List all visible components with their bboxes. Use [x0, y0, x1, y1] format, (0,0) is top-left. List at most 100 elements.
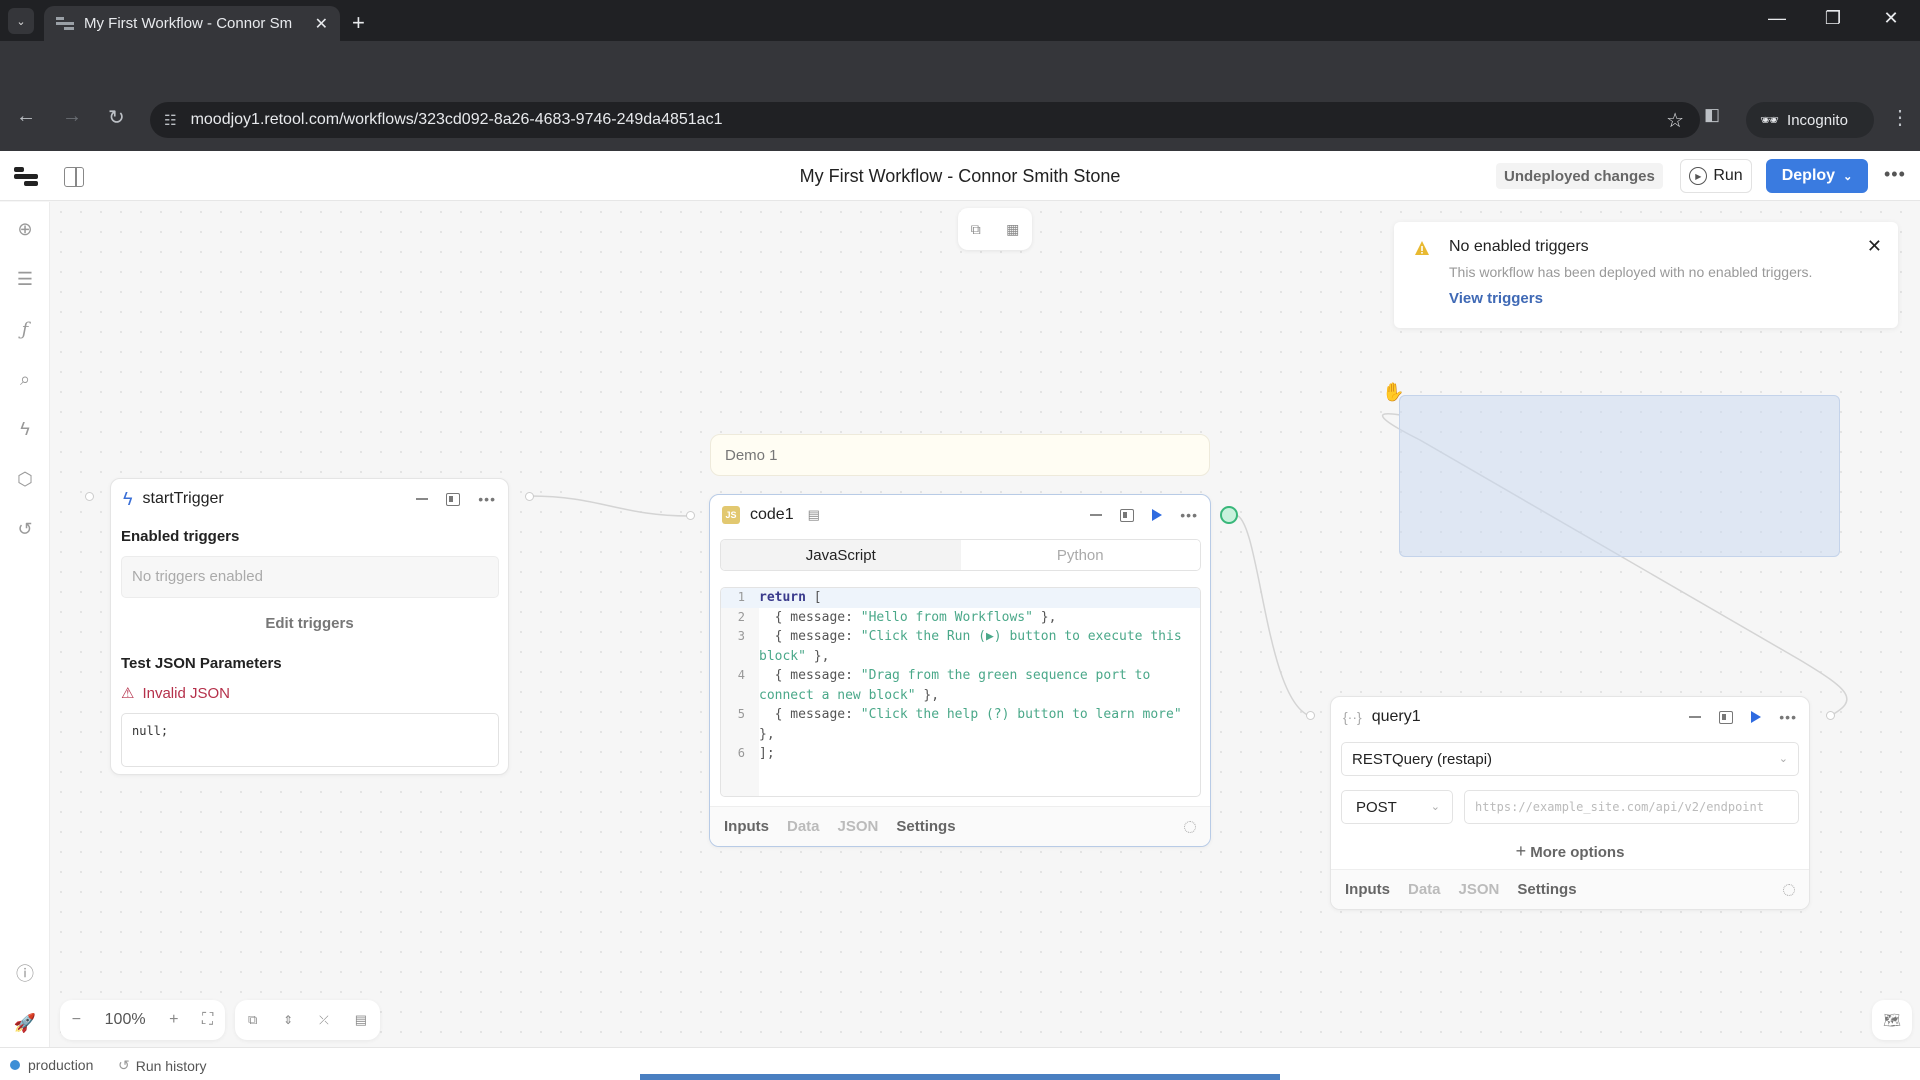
cube-icon[interactable]: ⬡ — [12, 466, 38, 492]
query1-output-port[interactable] — [1826, 711, 1835, 720]
query1-block[interactable]: {··} query1 ••• RESTQuery (restapi) ⌄ PO… — [1330, 696, 1810, 910]
run-workflow-button[interactable]: ▶ Run — [1680, 159, 1752, 193]
test-json-input[interactable]: null; — [121, 713, 499, 767]
close-tab-icon[interactable]: ✕ — [315, 14, 328, 34]
javascript-icon: JS — [722, 506, 740, 524]
help-icon[interactable]: ⓘ — [12, 960, 38, 986]
zoom-out-icon[interactable]: − — [72, 1011, 81, 1029]
tab-json[interactable]: JSON — [1459, 881, 1500, 898]
more-options-icon[interactable]: ••• — [1884, 164, 1906, 185]
block-more-icon[interactable]: ••• — [478, 491, 496, 507]
minimize-block-icon[interactable] — [416, 498, 429, 500]
add-block-icon[interactable]: ⊕ — [12, 216, 38, 242]
block-more-icon[interactable]: ••• — [1779, 709, 1797, 725]
rocket-icon[interactable]: 🚀 — [12, 1010, 38, 1036]
description-icon[interactable]: ▤ — [808, 507, 820, 523]
sequence-port[interactable] — [1220, 506, 1238, 524]
tab-inputs[interactable]: Inputs — [724, 818, 769, 835]
http-method-select[interactable]: POST ⌄ — [1341, 790, 1453, 824]
expand-panel-icon[interactable] — [1719, 710, 1734, 724]
address-bar[interactable]: ☷ moodjoy1.retool.com/workflows/323cd092… — [150, 102, 1700, 138]
reload-button[interactable]: ↻ — [108, 105, 125, 130]
code1-block[interactable]: JS code1 ▤ ••• JavaScript Python 1 return… — [709, 494, 1211, 847]
code-line[interactable]: 3 { message: "Click the Run (▶) button t… — [721, 627, 1200, 666]
fit-view-icon[interactable]: ⛶ — [202, 1011, 213, 1029]
start-output-port[interactable] — [525, 492, 534, 501]
url-text: moodjoy1.retool.com/workflows/323cd092-8… — [190, 111, 723, 128]
code-line[interactable]: 6]; — [721, 744, 1200, 764]
new-tab-button[interactable]: + — [352, 10, 365, 36]
run-history-button[interactable]: ↺ Run history — [118, 1057, 207, 1074]
lightning-icon[interactable]: ϟ — [12, 416, 38, 442]
url-input[interactable]: https://example_site.com/api/v2/endpoint — [1464, 790, 1799, 824]
auto-layout-icon[interactable]: ⧉ — [248, 1012, 257, 1028]
environment-selector[interactable]: production — [10, 1057, 93, 1073]
line-code: { message: "Drag from the green sequence… — [759, 668, 1159, 703]
site-info-icon[interactable]: ☷ — [164, 112, 177, 129]
minimize-window-button[interactable]: — — [1762, 8, 1792, 29]
code-line[interactable]: 1 return [ — [721, 588, 1200, 608]
expand-panel-icon[interactable] — [1120, 508, 1135, 522]
edit-triggers-button[interactable]: Edit triggers — [111, 615, 508, 632]
grid-layout-icon[interactable]: ▦ — [1006, 221, 1019, 238]
play-circle-icon: ▶ — [1689, 167, 1708, 185]
tab-search-button[interactable]: ⌄ — [8, 8, 34, 34]
deploy-button[interactable]: Deploy ⌄ — [1766, 159, 1868, 193]
incognito-badge[interactable]: 🕶 Incognito — [1746, 102, 1874, 138]
resource-select[interactable]: RESTQuery (restapi) ⌄ — [1341, 742, 1799, 776]
browser-tabbar: ⌄ My First Workflow - Connor Sm ✕ + — ❐ … — [0, 0, 1920, 41]
collapse-all-icon[interactable]: ⤫ — [319, 1013, 329, 1028]
minimize-block-icon[interactable] — [1689, 716, 1702, 718]
tab-settings[interactable]: Settings — [1517, 881, 1576, 898]
block-more-icon[interactable]: ••• — [1180, 507, 1198, 523]
expand-panel-icon[interactable] — [446, 492, 461, 506]
browser-menu-icon[interactable]: ⋮ — [1890, 105, 1910, 130]
warning-icon — [1415, 241, 1429, 255]
search-icon[interactable]: ⌕ — [12, 366, 38, 392]
code1-input-port[interactable] — [686, 511, 695, 520]
back-button[interactable]: ← — [16, 105, 36, 128]
view-triggers-link[interactable]: View triggers — [1449, 290, 1543, 307]
deploy-label: Deploy — [1781, 167, 1836, 184]
code-line[interactable]: 5 { message: "Click the help (?) button … — [721, 705, 1200, 744]
add-note-icon[interactable]: ▤ — [355, 1012, 367, 1028]
outline-list-icon[interactable]: ☰ — [12, 266, 38, 292]
tab-json[interactable]: JSON — [838, 818, 879, 835]
minimap-toggle-icon[interactable]: 🗺 — [1872, 1000, 1912, 1040]
zoom-in-icon[interactable]: + — [169, 1011, 178, 1029]
tab-inputs[interactable]: Inputs — [1345, 881, 1390, 898]
code-line[interactable]: 2 { message: "Hello from Workflows" }, — [721, 608, 1200, 628]
undeployed-changes-badge[interactable]: Undeployed changes — [1496, 163, 1663, 189]
close-toast-icon[interactable]: ✕ — [1867, 236, 1882, 257]
tab-settings[interactable]: Settings — [896, 818, 955, 835]
query1-input-port[interactable] — [1306, 711, 1315, 720]
browser-tab[interactable]: My First Workflow - Connor Sm ✕ — [44, 6, 340, 41]
run-block-icon[interactable] — [1152, 509, 1163, 521]
code-line[interactable]: 4 { message: "Drag from the green sequen… — [721, 666, 1200, 705]
minimize-block-icon[interactable] — [1090, 514, 1103, 516]
expand-all-icon[interactable]: ⇕ — [283, 1013, 293, 1027]
tab-python[interactable]: Python — [960, 540, 1200, 570]
history-icon[interactable]: ↺ — [12, 516, 38, 542]
close-window-button[interactable]: ✕ — [1876, 8, 1906, 29]
auto-layout-icon[interactable]: ⧉ — [971, 221, 981, 238]
tab-javascript[interactable]: JavaScript — [721, 540, 961, 570]
resource-query-icon: {··} — [1343, 709, 1362, 725]
canvas-layout-tools: ⧉ ▦ — [958, 208, 1032, 250]
note-block[interactable]: Demo 1 — [710, 434, 1210, 476]
run-block-icon[interactable] — [1751, 711, 1762, 723]
forward-button[interactable]: → — [62, 105, 82, 128]
block-footer-tabs: Inputs Data JSON Settings — [710, 806, 1210, 846]
more-options-button[interactable]: + More options — [1331, 841, 1809, 862]
tab-data[interactable]: Data — [1408, 881, 1441, 898]
functions-icon[interactable]: ƒ — [12, 316, 38, 342]
side-panel-icon[interactable]: ◧ — [1704, 105, 1720, 125]
bookmark-star-icon[interactable]: ☆ — [1666, 108, 1684, 133]
restore-window-button[interactable]: ❐ — [1818, 8, 1848, 29]
app-header: My First Workflow - Connor Smith Stone U… — [0, 151, 1920, 201]
start-trigger-block[interactable]: ϟ startTrigger ••• Enabled triggers No t… — [110, 478, 509, 775]
code-editor[interactable]: 1 return [2 { message: "Hello from Workfl… — [720, 587, 1201, 797]
retool-favicon-icon — [56, 16, 74, 31]
tab-data[interactable]: Data — [787, 818, 820, 835]
start-input-port[interactable] — [85, 492, 94, 501]
